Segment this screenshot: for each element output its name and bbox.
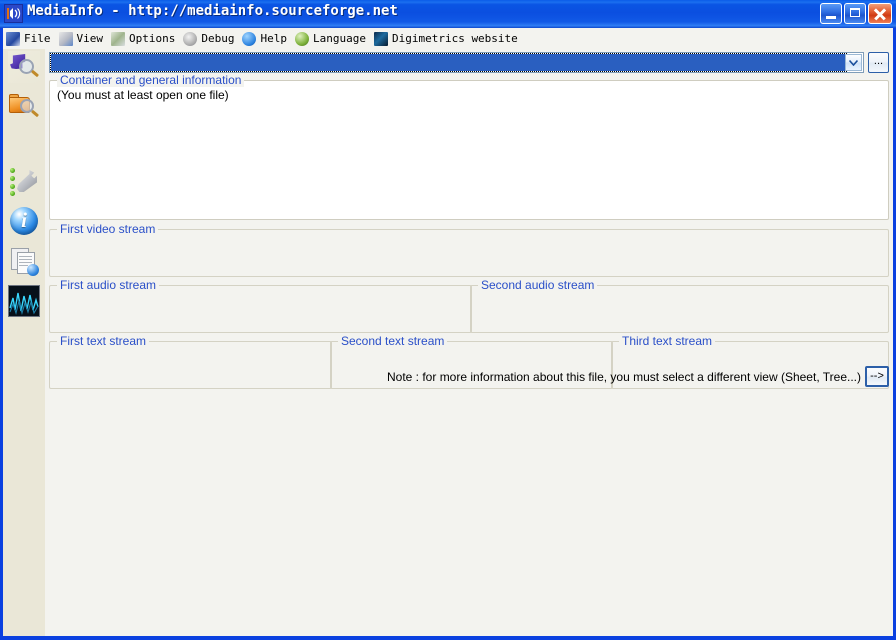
sidebar: i <box>3 49 45 636</box>
minimize-icon <box>826 16 836 19</box>
waveform-icon <box>8 285 40 317</box>
menu-item-file[interactable]: File <box>3 29 56 48</box>
footer-note-row: Note : for more information about this f… <box>49 366 889 390</box>
first-video-stream-body <box>57 237 882 272</box>
language-globe-icon <box>294 31 309 46</box>
menu-label-language: Language <box>312 32 366 45</box>
chevron-down-icon[interactable] <box>845 54 862 71</box>
sidebar-item-open-folder[interactable] <box>8 91 40 123</box>
sheet-export-icon <box>8 245 40 277</box>
window-frame-bottom <box>0 636 896 640</box>
menu-bar: File View Options Debug Help Language Di… <box>3 28 893 49</box>
sidebar-item-open-file[interactable] <box>8 51 40 83</box>
menu-item-language[interactable]: Language <box>292 29 371 48</box>
first-audio-stream-legend: First audio stream <box>57 278 160 292</box>
view-icon <box>58 31 73 46</box>
debug-icon <box>183 31 198 46</box>
third-text-stream-legend: Third text stream <box>619 334 716 348</box>
menu-label-debug: Debug <box>201 32 235 45</box>
menu-label-help: Help <box>260 32 287 45</box>
open-folder-magnifier-icon <box>8 91 40 123</box>
menu-label-view: View <box>76 32 104 45</box>
browse-button[interactable]: ... <box>868 52 889 73</box>
container-group-legend: Container and general information <box>57 73 245 87</box>
first-video-stream-group: First video stream <box>49 222 889 277</box>
first-audio-stream-group: First audio stream <box>49 278 472 333</box>
first-text-stream-legend: First text stream <box>57 334 150 348</box>
next-view-button[interactable]: --> <box>865 366 889 387</box>
second-text-stream-legend: Second text stream <box>338 334 448 348</box>
footer-note-text: Note : for more information about this f… <box>387 370 861 384</box>
container-general-information-group: Container and general information (You m… <box>49 73 889 220</box>
second-audio-stream-group: Second audio stream <box>470 278 889 333</box>
menu-label-options: Options <box>129 32 176 45</box>
speaker-wave-icon <box>4 4 23 23</box>
menu-item-debug[interactable]: Debug <box>180 29 239 48</box>
window-title: MediaInfo - http://mediainfo.sourceforge… <box>27 3 398 19</box>
client-area: i ... Container and general information … <box>3 49 893 636</box>
menu-label-digimetrics: Digimetrics website <box>391 32 518 45</box>
digimetrics-icon <box>373 31 388 46</box>
title-bar: MediaInfo - http://mediainfo.sourceforge… <box>0 0 896 28</box>
file-selector-row: ... <box>49 52 889 74</box>
menu-item-view[interactable]: View <box>56 29 109 48</box>
sidebar-item-export-sheet[interactable] <box>8 245 40 277</box>
sidebar-item-about[interactable]: i <box>8 205 40 237</box>
info-circle-icon: i <box>8 205 40 237</box>
file-combo-value[interactable] <box>50 53 847 72</box>
second-audio-stream-legend: Second audio stream <box>478 278 598 292</box>
container-group-body: (You must at least open one file) <box>57 88 229 102</box>
second-audio-stream-body <box>478 293 882 328</box>
maximize-icon <box>850 8 860 17</box>
minimize-button[interactable] <box>820 3 842 24</box>
menu-item-options[interactable]: Options <box>108 29 180 48</box>
sidebar-item-options[interactable] <box>8 165 40 197</box>
main-panel: ... Container and general information (Y… <box>45 49 893 636</box>
first-audio-stream-body <box>57 293 465 328</box>
file-open-icon <box>6 31 20 46</box>
open-file-magnifier-icon <box>8 51 40 83</box>
options-wrench-icon <box>111 31 125 46</box>
sidebar-item-graph-view[interactable] <box>8 285 40 317</box>
help-info-icon <box>242 31 257 46</box>
menu-item-digimetrics-website[interactable]: Digimetrics website <box>371 29 523 48</box>
file-combo-box[interactable] <box>49 52 864 73</box>
mediainfo-window: MediaInfo - http://mediainfo.sourceforge… <box>0 0 896 640</box>
menu-item-help[interactable]: Help <box>239 29 292 48</box>
first-video-stream-legend: First video stream <box>57 222 159 236</box>
close-button[interactable] <box>868 3 892 24</box>
wrench-options-icon <box>8 165 40 197</box>
menu-label-file: File <box>24 32 51 45</box>
maximize-button[interactable] <box>844 3 866 24</box>
window-controls <box>820 3 892 24</box>
